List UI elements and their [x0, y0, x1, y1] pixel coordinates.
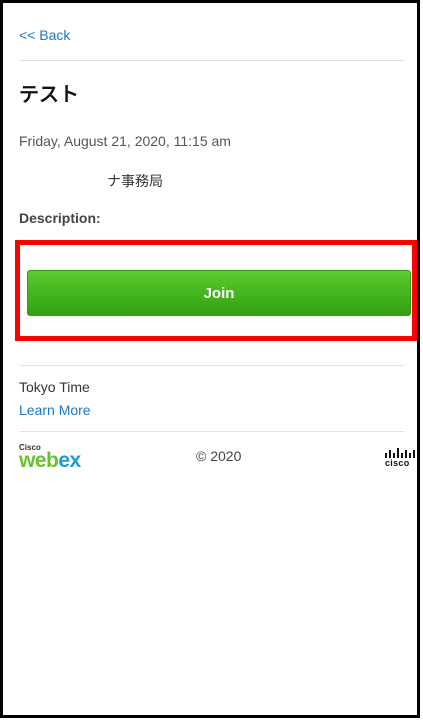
copyright-text: © 2020 — [196, 448, 242, 464]
timezone-label: Tokyo Time — [19, 379, 90, 395]
join-button[interactable]: Join — [27, 270, 411, 316]
meeting-title: テスト — [19, 84, 79, 106]
page-frame — [0, 0, 420, 718]
meeting-host: ナ事務局 — [107, 173, 163, 189]
description-label: Description: — [19, 210, 101, 226]
webex-logo-word-part2: ex — [58, 449, 81, 472]
divider — [19, 365, 405, 366]
webex-logo-word-part1: web — [19, 449, 59, 472]
cisco-bars-icon — [385, 448, 415, 458]
divider — [19, 431, 405, 432]
meeting-datetime: Friday, August 21, 2020, 11:15 am — [19, 133, 231, 149]
webex-logo-word: webex — [19, 449, 81, 473]
divider — [19, 60, 405, 61]
webex-logo: Cisco webex — [19, 443, 89, 473]
back-link[interactable]: << Back — [19, 27, 70, 43]
cisco-logo-word: cisco — [385, 458, 410, 468]
cisco-logo: cisco — [384, 448, 418, 468]
learn-more-link[interactable]: Learn More — [19, 402, 91, 418]
